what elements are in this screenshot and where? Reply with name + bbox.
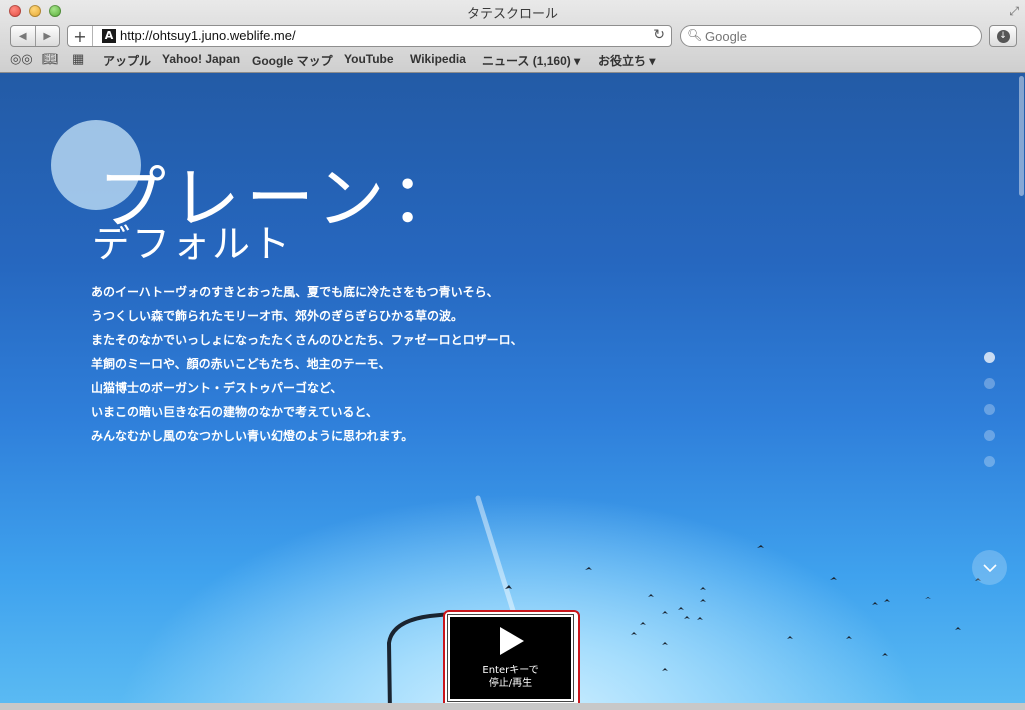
address-bar[interactable]: + A http://ohtsuy1.juno.weblife.me/ ↻ (67, 25, 672, 47)
bookmark-news-label: ニュース (1,160) (482, 54, 571, 68)
pager-dot-2[interactable] (984, 378, 995, 389)
body-line: うつくしい森で飾られたモリーオ市、郊外のぎらぎらひかる草の波。 (91, 309, 464, 323)
nav-buttons: ◀ ▶ (10, 25, 60, 47)
play-icon (500, 627, 524, 655)
bookmark-useful-folder[interactable]: お役立ち ▾ (598, 52, 655, 69)
body-line: またそのなかでいっしょになったたくさんのひとたち、ファゼーロとロザーロ、 (91, 333, 523, 347)
web-page: プレーン： デフォルト あのイーハトーヴォのすきとおった風、夏でも底に冷たさをも… (0, 73, 1025, 703)
search-input[interactable] (705, 27, 965, 45)
body-line: あのイーハトーヴォのすきとおった風、夏でも底に冷たさをもつ青いそら、 (91, 285, 499, 299)
back-button[interactable]: ◀ (11, 26, 35, 46)
chevron-down-icon: ▾ (574, 54, 581, 68)
bookmark-youtube[interactable]: YouTube (344, 52, 394, 66)
page-subtitle: デフォルト (92, 222, 293, 266)
play-hint-line2: 停止/再生 (488, 678, 533, 689)
scrollbar-thumb[interactable] (1019, 76, 1024, 196)
body-line: いまこの暗い巨きな石の建物のなかで考えていると、 (91, 405, 378, 419)
body-line: 羊飼のミーロや、顔の赤いこどもたち、地主のテーモ、 (91, 357, 391, 371)
search-icon: 🔍︎ (687, 28, 703, 42)
forward-arrow-icon: ▶ (43, 30, 52, 42)
bookmark-google-maps[interactable]: Google マップ (252, 52, 333, 69)
forward-button[interactable]: ▶ (34, 26, 60, 46)
section-pager (984, 352, 995, 482)
body-text: あのイーハトーヴォのすきとおった風、夏でも底に冷たさをもつ青いそら、 うつくしい… (91, 280, 523, 448)
window-title: タテスクロール (466, 7, 558, 22)
site-favicon: A (102, 29, 116, 43)
top-sites-grid-icon[interactable]: ▦ (72, 51, 84, 67)
pager-dot-5[interactable] (984, 456, 995, 467)
bookmark-apple[interactable]: アップル (103, 52, 151, 69)
play-pause-button[interactable]: Enterキーで 停止/再生 (448, 615, 573, 701)
body-line: みんなむかし風のなつかしい青い幻燈のように思われます。 (91, 429, 414, 443)
page-scrollbar[interactable] (1018, 73, 1025, 703)
bookmark-yahoo[interactable]: Yahoo! Japan (162, 52, 240, 66)
fullscreen-icon[interactable]: ⤢ (1009, 4, 1019, 19)
chevron-down-icon: ▾ (649, 54, 656, 68)
bookmark-wikipedia[interactable]: Wikipedia (410, 52, 466, 66)
search-bar[interactable]: 🔍︎ (680, 25, 982, 47)
add-bookmark-button[interactable]: + (68, 26, 93, 46)
browser-chrome: タテスクロール ⤢ ◀ ▶ + A http://ohtsuy1.juno.we… (0, 0, 1025, 73)
pager-dot-1[interactable] (984, 352, 995, 363)
downloads-button[interactable]: ↓ (989, 25, 1017, 47)
play-hint-line1: Enterキーで (482, 665, 539, 676)
bookmark-news-folder[interactable]: ニュース (1,160) ▾ (482, 52, 580, 69)
back-arrow-icon: ◀ (18, 30, 27, 42)
body-line: 山猫博士のボーガント・デストゥパーゴなど、 (91, 381, 343, 395)
play-control-frame: Enterキーで 停止/再生 (443, 610, 580, 703)
scroll-down-button[interactable] (972, 550, 1007, 585)
pager-dot-3[interactable] (984, 404, 995, 415)
bookmark-useful-label: お役立ち (598, 54, 647, 68)
reading-list-icon[interactable]: ◎◎ (10, 51, 33, 67)
bookmarks-bar: ◎◎ 📖︎ ▦ アップル Yahoo! Japan Google マップ You… (0, 50, 1025, 70)
bookmarks-book-icon[interactable]: 📖︎ (42, 51, 59, 67)
pager-dot-4[interactable] (984, 430, 995, 441)
url-field[interactable]: http://ohtsuy1.juno.weblife.me/ (120, 28, 296, 43)
download-icon: ↓ (996, 29, 1010, 43)
reload-icon[interactable]: ↻ (653, 27, 665, 43)
chevron-down-icon (982, 563, 997, 572)
